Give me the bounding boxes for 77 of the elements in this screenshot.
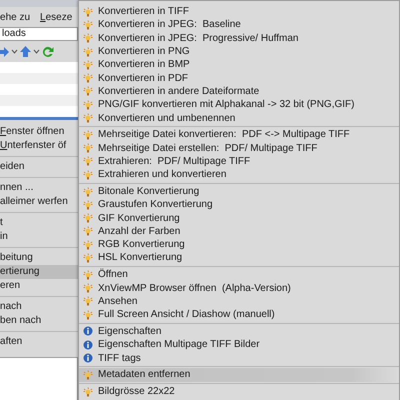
lamp-icon: [83, 213, 93, 224]
caret-icon[interactable]: [33, 49, 40, 54]
lamp-icon: [83, 156, 93, 166]
info-icon: [83, 340, 93, 350]
submenu-item[interactable]: Konvertieren in BMP: [79, 58, 399, 72]
context-menu-item[interactable]: Unterfenster öf: [0, 139, 78, 153]
submenu-item[interactable]: Bitonale Konvertierung: [79, 184, 399, 198]
lamp-icon: [83, 370, 93, 380]
submenu-item[interactable]: Konvertieren in TIFF: [79, 5, 399, 18]
lamp-icon: [83, 46, 93, 57]
submenu-item[interactable]: XnViewMP Browser öffnen (Alpha-Version): [79, 281, 399, 295]
context-menu-item[interactable]: eiden: [0, 160, 78, 174]
lamp-icon: [83, 310, 93, 320]
context-menu-item[interactable]: nnen ...: [0, 181, 78, 195]
lamp-icon: [83, 143, 93, 154]
submenu-item[interactable]: PNG/GIF konvertieren mit Alphakanal -> 32 bit (PNG,GIF): [79, 98, 399, 112]
lamp-icon: [83, 296, 93, 306]
submenu-item[interactable]: Bildgrösse 22x22: [79, 385, 399, 398]
info-icon: [83, 326, 93, 336]
lamp-icon: [83, 113, 93, 124]
context-menu-item[interactable]: aften: [0, 335, 78, 349]
lamp-icon: [83, 252, 93, 263]
submenu-item[interactable]: Konvertieren und umbenennen: [79, 111, 399, 125]
lamp-icon: [83, 283, 93, 294]
submenu-item[interactable]: Mehrseitige Datei konvertieren: PDF <-> Multipage TIFF: [79, 128, 399, 142]
lamp-icon: [83, 240, 93, 250]
submenu-item[interactable]: Öffnen: [79, 268, 399, 282]
submenu-item[interactable]: Anzahl der Farben: [79, 224, 399, 238]
lamp-icon: [83, 6, 93, 17]
submenu-item[interactable]: Konvertieren in PNG: [79, 44, 399, 58]
refresh-icon[interactable]: [42, 46, 54, 58]
context-menu-item[interactable]: Fenster öffnen: [0, 125, 78, 139]
forward-arrow-icon[interactable]: [0, 46, 9, 56]
context-menu-item[interactable]: t: [0, 216, 78, 230]
context-menu-item[interactable]: alleimer werfen: [0, 195, 78, 209]
submenu-item[interactable]: Ansehen: [79, 294, 399, 308]
info-icon: [83, 353, 93, 364]
caret-icon[interactable]: [11, 49, 18, 54]
lamp-icon: [83, 73, 93, 84]
submenu-item[interactable]: Konvertieren in JPEG: Baseline: [79, 18, 399, 32]
lamp-icon: [83, 20, 93, 30]
lamp-icon: [83, 226, 93, 236]
submenu-item[interactable]: RGB Konvertierung: [79, 238, 399, 252]
menu-bar-item[interactable]: Leseze: [40, 12, 72, 23]
lamp-icon: [83, 86, 93, 96]
submenu-item[interactable]: Full Screen Ansicht / Diashow (manuell): [79, 308, 399, 322]
context-menu-item[interactable]: beitung: [0, 251, 78, 265]
submenu-item[interactable]: Mehrseitige Datei erstellen: PDF/ Multipage TIFF: [79, 141, 399, 155]
context-menu-item[interactable]: ben nach: [0, 314, 78, 328]
address-field[interactable]: loads: [0, 27, 78, 41]
lamp-icon: [83, 130, 93, 140]
menu-bar-item[interactable]: ehe zu: [0, 12, 30, 23]
submenu-item[interactable]: Extrahieren und konvertieren: [79, 168, 399, 182]
lamp-icon: [83, 386, 93, 397]
submenu-item[interactable]: Extrahieren: PDF/ Multipage TIFF: [79, 154, 399, 168]
lamp-icon: [83, 270, 93, 280]
lamp-icon: [83, 100, 93, 110]
lamp-icon: [83, 33, 93, 44]
lamp-icon: [83, 186, 93, 196]
lamp-icon: [83, 170, 93, 180]
submenu-item[interactable]: Eigenschaften Multipage TIFF Bilder: [79, 338, 399, 352]
context-menu-item[interactable]: eren: [0, 279, 78, 293]
context-menu-item[interactable]: ertierung: [0, 265, 78, 279]
submenu-item[interactable]: HSL Konvertierung: [79, 251, 399, 265]
submenu-item[interactable]: Konvertieren in PDF: [79, 71, 399, 85]
submenu-item[interactable]: TIFF tags: [79, 351, 399, 365]
lamp-icon: [83, 200, 93, 210]
submenu-item[interactable]: GIF Konvertierung: [79, 211, 399, 225]
lamp-icon: [83, 60, 93, 70]
context-menu-item[interactable]: in: [0, 230, 78, 244]
up-arrow-icon[interactable]: [20, 46, 31, 57]
submenu-item[interactable]: Eigenschaften: [79, 324, 399, 338]
submenu-item[interactable]: Konvertieren in JPEG: Progressive/ Huffman: [79, 32, 399, 45]
submenu-item[interactable]: Metadaten entfernen: [79, 368, 399, 382]
context-menu-item[interactable]: nach: [0, 300, 78, 314]
submenu-item[interactable]: Graustufen Konvertierung: [79, 198, 399, 212]
submenu-item[interactable]: Konvertieren in andere Dateiformate: [79, 84, 399, 98]
